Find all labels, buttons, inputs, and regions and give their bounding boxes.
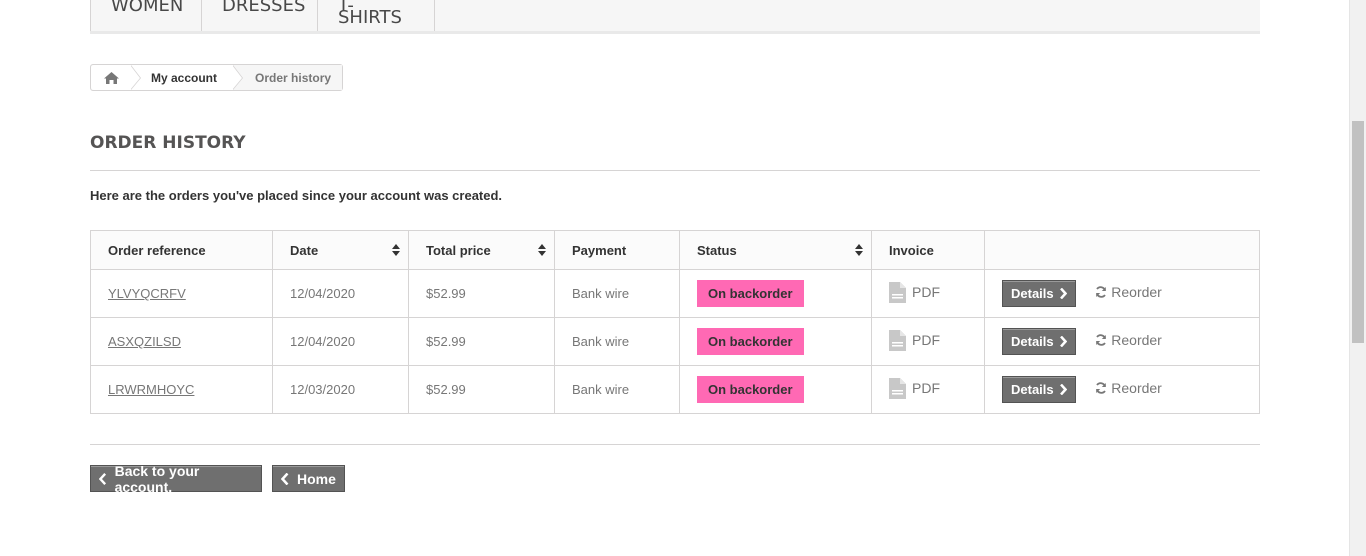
reorder-link[interactable]: Reorder bbox=[1095, 284, 1162, 300]
actions-cell: Details Reorder bbox=[984, 365, 1260, 414]
sort-icon[interactable] bbox=[855, 244, 863, 256]
table-row: YLVYQCRFV 12/04/2020 $52.99 Bank wire On… bbox=[90, 269, 1260, 318]
chevron-right-icon bbox=[1059, 336, 1067, 347]
column-header-date[interactable]: Date bbox=[272, 230, 409, 270]
order-reference-link[interactable]: YLVYQCRFV bbox=[108, 286, 186, 301]
actions-cell: Details Reorder bbox=[984, 317, 1260, 366]
nav-item-dresses[interactable]: DRESSES bbox=[202, 0, 318, 31]
order-reference-link[interactable]: LRWRMHOYC bbox=[108, 382, 194, 397]
status-cell: On backorder bbox=[679, 365, 872, 414]
details-button[interactable]: Details bbox=[1002, 280, 1076, 307]
breadcrumb-home[interactable] bbox=[91, 65, 131, 90]
vertical-scrollbar[interactable] bbox=[1349, 0, 1366, 556]
file-icon bbox=[889, 281, 906, 303]
order-reference-cell: LRWRMHOYC bbox=[90, 365, 273, 414]
column-header-invoice: Invoice bbox=[871, 230, 985, 270]
actions-cell: Details Reorder bbox=[984, 269, 1260, 318]
invoice-cell: PDF bbox=[871, 269, 985, 318]
breadcrumb-my-account[interactable]: My account bbox=[131, 65, 234, 90]
total-price-cell: $52.99 bbox=[408, 317, 555, 366]
table-row: LRWRMHOYC 12/03/2020 $52.99 Bank wire On… bbox=[90, 365, 1260, 414]
breadcrumb-current: Order history bbox=[233, 65, 343, 90]
total-price-cell: $52.99 bbox=[408, 365, 555, 414]
page-title: ORDER HISTORY bbox=[90, 133, 1260, 171]
intro-text: Here are the orders you've placed since … bbox=[90, 188, 503, 203]
details-button[interactable]: Details bbox=[1002, 376, 1076, 403]
date-cell: 12/03/2020 bbox=[272, 365, 409, 414]
file-icon bbox=[889, 377, 906, 399]
status-cell: On backorder bbox=[679, 317, 872, 366]
order-history-table: Order reference Date Total price Payment… bbox=[90, 230, 1260, 414]
column-header-status[interactable]: Status bbox=[679, 230, 872, 270]
refresh-icon bbox=[1096, 286, 1107, 298]
chevron-right-icon bbox=[1059, 288, 1067, 299]
reorder-link[interactable]: Reorder bbox=[1095, 380, 1162, 396]
table-row: ASXQZILSD 12/04/2020 $52.99 Bank wire On… bbox=[90, 317, 1260, 366]
invoice-pdf-link[interactable]: PDF bbox=[889, 377, 940, 399]
top-navigation: WOMEN DRESSES T-SHIRTS bbox=[90, 0, 1260, 34]
invoice-pdf-link[interactable]: PDF bbox=[889, 281, 940, 303]
status-cell: On backorder bbox=[679, 269, 872, 318]
breadcrumb: My account Order history bbox=[90, 64, 344, 91]
scrollbar-thumb[interactable] bbox=[1352, 121, 1364, 343]
column-header-actions bbox=[984, 230, 1260, 270]
payment-cell: Bank wire bbox=[554, 365, 680, 414]
payment-cell: Bank wire bbox=[554, 269, 680, 318]
status-badge: On backorder bbox=[697, 280, 804, 307]
invoice-cell: PDF bbox=[871, 317, 985, 366]
home-button[interactable]: Home bbox=[272, 465, 345, 492]
nav-item-tshirts[interactable]: T-SHIRTS bbox=[318, 0, 435, 31]
back-to-account-button[interactable]: Back to your account. bbox=[90, 463, 262, 495]
details-button[interactable]: Details bbox=[1002, 328, 1076, 355]
pdf-label: PDF bbox=[912, 380, 940, 396]
sort-icon[interactable] bbox=[392, 244, 400, 256]
column-header-total-price[interactable]: Total price bbox=[408, 230, 555, 270]
order-reference-link[interactable]: ASXQZILSD bbox=[108, 334, 181, 349]
payment-cell: Bank wire bbox=[554, 317, 680, 366]
total-price-cell: $52.99 bbox=[408, 269, 555, 318]
file-icon bbox=[889, 329, 906, 351]
nav-item-women[interactable]: WOMEN bbox=[90, 0, 202, 31]
status-badge: On backorder bbox=[697, 328, 804, 355]
order-reference-cell: ASXQZILSD bbox=[90, 317, 273, 366]
chevron-left-icon bbox=[99, 472, 107, 485]
column-header-order-reference: Order reference bbox=[90, 230, 273, 270]
column-header-payment: Payment bbox=[554, 230, 680, 270]
footer-divider bbox=[90, 444, 1260, 445]
chevron-left-icon bbox=[281, 472, 289, 485]
refresh-icon bbox=[1096, 334, 1107, 346]
invoice-cell: PDF bbox=[871, 365, 985, 414]
reorder-link[interactable]: Reorder bbox=[1095, 332, 1162, 348]
chevron-right-icon bbox=[1059, 384, 1067, 395]
date-cell: 12/04/2020 bbox=[272, 269, 409, 318]
order-reference-cell: YLVYQCRFV bbox=[90, 269, 273, 318]
home-icon bbox=[103, 71, 119, 84]
refresh-icon bbox=[1096, 382, 1107, 394]
status-badge: On backorder bbox=[697, 376, 804, 403]
pdf-label: PDF bbox=[912, 284, 940, 300]
invoice-pdf-link[interactable]: PDF bbox=[889, 329, 940, 351]
sort-icon[interactable] bbox=[538, 244, 546, 256]
date-cell: 12/04/2020 bbox=[272, 317, 409, 366]
pdf-label: PDF bbox=[912, 332, 940, 348]
